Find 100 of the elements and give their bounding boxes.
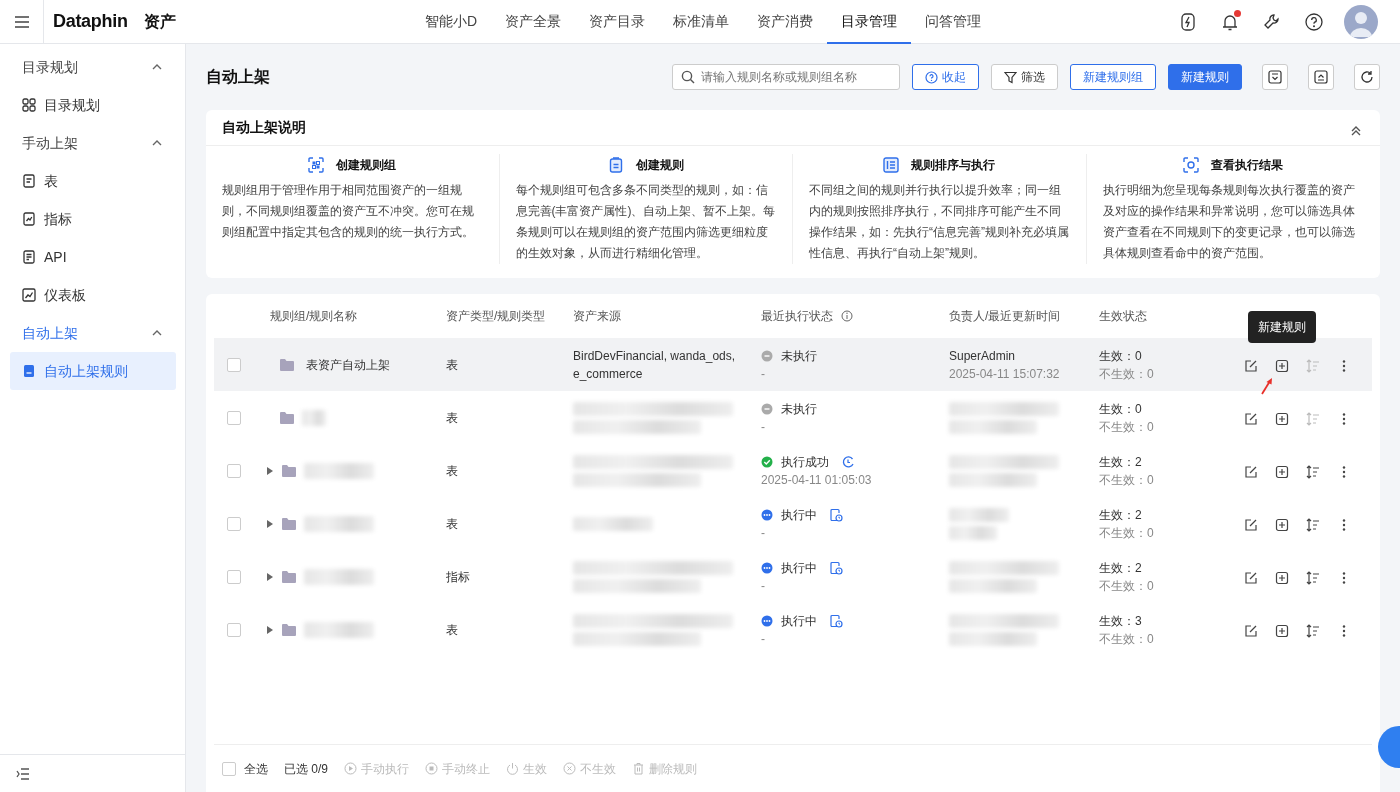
toolbar-button[interactable]: 收起 [912, 64, 979, 90]
running-icon [761, 508, 773, 521]
rule-group-name[interactable]: 表资产自动上架 [306, 355, 390, 374]
expand-all-button[interactable] [1262, 64, 1288, 90]
execution-time: - [761, 577, 766, 595]
nav-tab[interactable]: 目录管理 [827, 0, 912, 44]
table-row[interactable]: 表 未执行 - 生效：0 不生效：0 [214, 391, 1372, 444]
section-text: 执行明细为您呈现每条规则每次执行覆盖的资产及对应的操作结果和异常说明，您可以筛选具体资产查看在不同规则下的变更记录，也可以筛选具体规则查看命中的资产范围。 [1102, 182, 1356, 262]
sidebar-item[interactable]: 目录规划 [10, 86, 176, 124]
folder-icon [282, 570, 296, 583]
ineffective-count: 不生效：0 [1099, 630, 1155, 648]
status-label: 未执行 [781, 347, 817, 365]
table-cell-text: 指标 [446, 568, 471, 586]
section-title: 创建规则组 [336, 157, 397, 174]
lightning-icon [1178, 11, 1198, 32]
table-row[interactable]: 表 执行中 - 生效：3 不生效：0 [214, 603, 1372, 656]
ineffective-count: 不生效：0 [1099, 524, 1155, 542]
expand-all-icon [1267, 69, 1283, 85]
checkbox[interactable] [227, 516, 241, 531]
collapse-all-button[interactable] [1308, 64, 1334, 90]
not-run-icon [761, 402, 773, 415]
document-icon [22, 174, 36, 188]
running-icon [761, 614, 773, 627]
table-cell-text: 表 [446, 462, 459, 480]
sidebar-item[interactable]: 自动上架规则 [10, 352, 176, 390]
filter-button[interactable]: 筛选 [991, 64, 1058, 90]
blurred-text [304, 621, 374, 638]
status-label: 执行中 [781, 559, 817, 577]
select-all-checkbox[interactable]: 全选 [222, 759, 268, 778]
help-icon [925, 70, 938, 84]
add-icon [1274, 517, 1290, 534]
expand-caret-icon[interactable] [266, 465, 274, 476]
nav-tab[interactable]: 资产全景 [491, 0, 576, 44]
section-text: 规则组用于管理作用于相同范围资产的一组规则，不同规则组覆盖的资产互不冲突。您可在规则组配置中指定其包含的规则的统一执行方式。 [222, 182, 475, 241]
checkbox[interactable] [227, 357, 241, 372]
nav-tab[interactable]: 标准清单 [659, 0, 744, 44]
search-icon [681, 70, 695, 84]
ineffective-count: 不生效：0 [1099, 365, 1155, 383]
edit-icon [1243, 358, 1259, 375]
table-cell-text: 表 [446, 409, 459, 427]
scan-icon [308, 157, 325, 173]
nav-tab[interactable]: 智能小D [411, 0, 492, 44]
nav-tab[interactable]: 资产消费 [743, 0, 828, 44]
blurred-text [949, 507, 1009, 522]
document-icon [607, 157, 624, 173]
document-icon [22, 364, 36, 378]
checkbox[interactable] [227, 569, 241, 584]
execution-time: - [761, 418, 766, 436]
sidebar-group[interactable]: 自动上架 [0, 314, 185, 352]
sidebar-item[interactable]: 表 [10, 162, 176, 200]
list-icon [883, 157, 900, 173]
table-row[interactable]: 指标 执行中 - 生效：2 不生效：0 [214, 550, 1372, 603]
nav-tab[interactable]: 资产目录 [575, 0, 660, 44]
expand-caret-icon[interactable] [266, 624, 274, 635]
blurred-text [304, 462, 374, 479]
log-icon[interactable] [829, 613, 843, 628]
menu-icon[interactable] [13, 14, 30, 29]
ineffective-count: 不生效：0 [1099, 471, 1155, 489]
help-icon [1304, 11, 1324, 32]
search-field[interactable]: 请输入规则名称或规则组名称 [672, 64, 900, 90]
execution-time: - [761, 630, 766, 648]
log-icon[interactable] [829, 507, 843, 522]
sidebar-group[interactable]: 目录规划 [0, 48, 185, 86]
checkbox[interactable] [227, 410, 241, 425]
expand-caret-icon[interactable] [266, 518, 274, 529]
expand-caret-icon[interactable] [266, 571, 274, 582]
effective-count: 生效：2 [1099, 559, 1143, 577]
history-icon[interactable] [841, 454, 855, 469]
sidebar-item[interactable]: API [10, 238, 176, 276]
sidebar-item[interactable]: 仪表板 [10, 276, 176, 314]
chart-icon [22, 288, 36, 302]
effective-count: 生效：3 [1099, 612, 1143, 630]
document-icon [22, 212, 36, 226]
section-text: 不同组之间的规则并行执行以提升效率；同一组内的规则按照排序执行，不同排序可能产生不同操作结果，如：先执行“信息完善”规则补充必填属性信息、再执行“自动上架”规则。 [809, 182, 1070, 262]
log-icon[interactable] [829, 560, 843, 575]
edit-icon [1243, 411, 1259, 428]
checkbox[interactable] [227, 463, 241, 478]
column-header: 负责人/最近更新时间 [949, 308, 1062, 325]
column-header: 规则组/规则名称 [269, 308, 359, 325]
checkbox[interactable] [227, 622, 241, 637]
refresh-button[interactable] [1354, 64, 1380, 90]
ineffective-count: 不生效：0 [1099, 577, 1155, 595]
table-row[interactable]: 表 执行成功 2025-04-11 01:05:03 生效：2 不生效：0 [214, 444, 1372, 497]
product-name: 资产 [143, 11, 176, 32]
status-label: 执行中 [781, 612, 817, 630]
blurred-text [949, 525, 997, 540]
annotation-arrow [1260, 376, 1274, 395]
sidebar-item[interactable]: 指标 [10, 200, 176, 238]
selected-count: 已选 0/9 [284, 760, 328, 778]
table-cell-text: BirdDevFinancial, wanda_ods, e_commerce [573, 347, 737, 383]
toolbar-button[interactable]: 新建规则组 [1070, 64, 1156, 90]
document-icon [22, 250, 36, 264]
sidebar-group[interactable]: 手动上架 [0, 124, 185, 162]
collapse-all-icon [1313, 69, 1329, 85]
toolbar-button[interactable]: 新建规则 [1168, 64, 1242, 90]
edit-icon [1243, 623, 1259, 640]
table-row[interactable]: 表 执行中 - 生效：2 不生效：0 [214, 497, 1372, 550]
power-icon [506, 762, 519, 775]
nav-tab[interactable]: 问答管理 [911, 0, 996, 44]
blurred-text [302, 409, 326, 426]
